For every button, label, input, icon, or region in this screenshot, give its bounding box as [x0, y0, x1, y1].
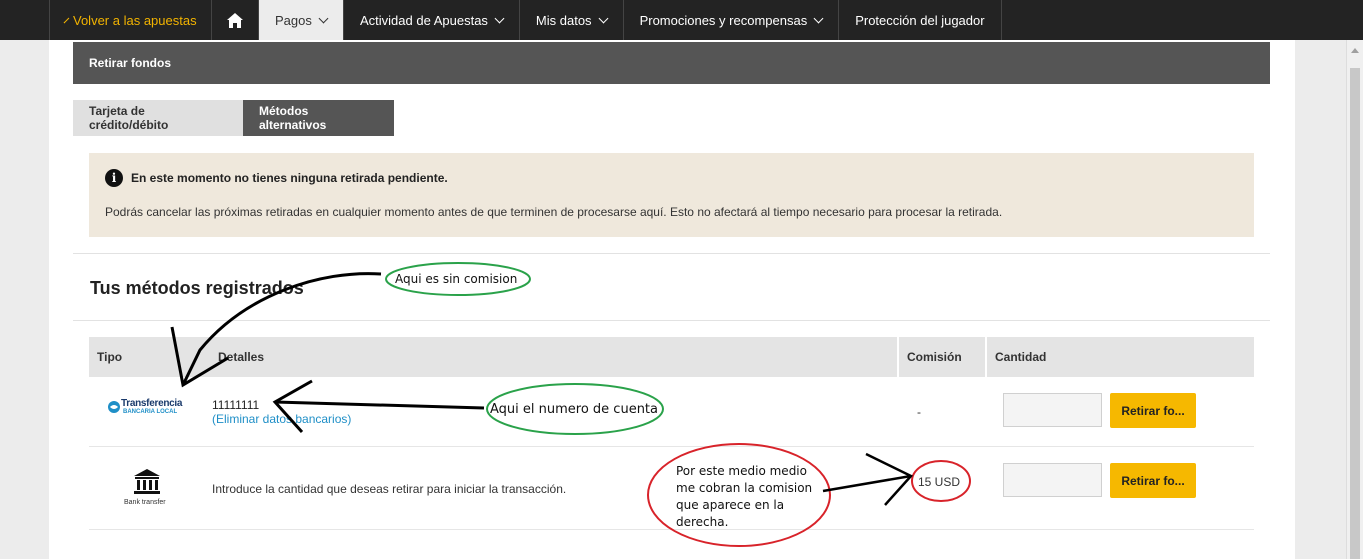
table-row: Introduce la cantidad que deseas retirar… [89, 447, 1254, 530]
annotation-line: Por este medio medio [676, 464, 807, 478]
annotation-note: Aqui el numero de cuenta [490, 402, 658, 417]
chevron-down-icon [598, 13, 609, 23]
method-tabs: Tarjeta de crédito/débito Métodos altern… [73, 100, 394, 136]
tab-alternative-methods[interactable]: Métodos alternativos [243, 100, 394, 136]
annotation-line: derecha. [676, 515, 729, 529]
header-detalles: Detalles [218, 350, 265, 364]
chevron-down-icon [813, 13, 824, 23]
chevron-left-icon [63, 17, 70, 23]
logo-subtitle: BANCARIA LOCAL [123, 409, 178, 415]
section-title: Tus métodos registrados [90, 278, 304, 298]
chevron-down-icon [318, 13, 329, 23]
divider [73, 253, 1270, 254]
annotation-note-multiline: Por este medio medio me cobran la comisi… [676, 463, 812, 531]
table-row: 11111111 (Eliminar datos bancarios) - Re… [89, 377, 1254, 447]
delete-bank-details-link[interactable]: (Eliminar datos bancarios) [212, 412, 351, 426]
bank-transfer-logo: Bank transfer [122, 468, 172, 510]
nav-tab-label: Protección del jugador [855, 12, 985, 28]
withdraw-button[interactable]: Retirar fo... [1110, 393, 1196, 428]
page-title: Retirar fondos [73, 42, 1270, 84]
annotation-line: me cobran la comision [676, 481, 813, 495]
tab-credit-card[interactable]: Tarjeta de crédito/débito [73, 100, 243, 136]
home-icon [227, 12, 243, 28]
fee-value: 15 USD [918, 475, 961, 489]
header-tipo: Tipo [97, 350, 123, 364]
withdraw-button[interactable]: Retirar fo... [1110, 463, 1196, 498]
annotation-note: Aqui es sin comision [395, 272, 518, 286]
amount-input[interactable] [1003, 463, 1102, 497]
annotation-line: que aparece en la [676, 498, 785, 512]
notice-body: Podrás cancelar las próximas retiradas e… [105, 205, 1003, 219]
row-instructions: Introduce la cantidad que deseas retirar… [212, 482, 567, 496]
table-header: Tipo Detalles Comisión Cantidad [89, 337, 1254, 377]
nav-tab-label: Mis datos [535, 12, 592, 28]
top-nav: Volver a las apuestas Pagos Actividad de… [0, 0, 1363, 40]
header-separator [897, 337, 899, 377]
nav-tab-player-protection[interactable]: Protección del jugador [839, 0, 1002, 40]
scroll-up-arrow-icon[interactable] [1351, 48, 1359, 53]
nav-tab-pagos[interactable]: Pagos [259, 0, 344, 40]
scrollbar[interactable] [1346, 40, 1363, 559]
scroll-thumb[interactable] [1350, 68, 1360, 559]
nav-tab-betting-activity[interactable]: Actividad de Apuestas [344, 0, 520, 40]
info-icon: i [105, 169, 123, 187]
chevron-down-icon [494, 13, 505, 23]
pending-withdrawal-notice: i En este momento no tienes ninguna reti… [89, 153, 1254, 237]
notice-title: En este momento no tienes ninguna retira… [131, 171, 448, 185]
bank-transfer-label: Bank transfer [124, 499, 166, 506]
header-cantidad: Cantidad [995, 350, 1047, 364]
nav-tab-label: Pagos [275, 12, 312, 28]
nav-tab-my-data[interactable]: Mis datos [520, 0, 624, 40]
header-comision: Comisión [907, 350, 962, 364]
bank-icon [134, 469, 160, 494]
amount-input[interactable] [1003, 393, 1102, 427]
nav-tab-promotions[interactable]: Promociones y recompensas [624, 0, 840, 40]
back-to-bets-link[interactable]: Volver a las apuestas [50, 0, 212, 40]
logo-title: Transferencia [121, 398, 183, 409]
fee-value: - [917, 405, 921, 419]
nav-tab-label: Promociones y recompensas [639, 12, 808, 28]
header-separator [985, 337, 987, 377]
transferencia-logo: Transferencia BANCARIA LOCAL [107, 398, 189, 420]
account-number: 11111111 [212, 398, 260, 412]
divider [73, 320, 1270, 321]
home-button[interactable] [212, 0, 259, 40]
nav-tab-label: Actividad de Apuestas [360, 12, 488, 28]
back-label: Volver a las apuestas [73, 12, 197, 28]
